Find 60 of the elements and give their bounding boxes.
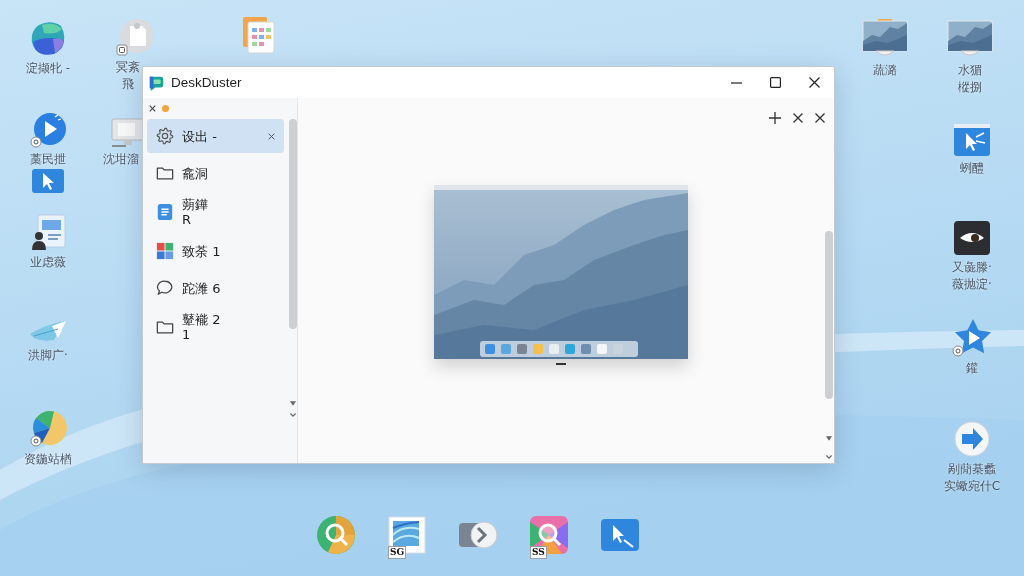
play-circle-icon[interactable] (30, 112, 66, 148)
sidebar-item[interactable]: 鼙褦 2 1 (147, 308, 284, 346)
document-icon[interactable] (29, 213, 67, 251)
scrollbar-thumb[interactable] (825, 231, 833, 399)
folder-icon (156, 318, 174, 336)
desktop-icon-label[interactable]: 又彘滕· 薇抛淀· (952, 259, 992, 293)
colorful-circle-icon[interactable] (29, 410, 67, 448)
spreadsheet-file-icon[interactable] (241, 16, 275, 54)
cursor-tile-icon[interactable] (31, 168, 65, 194)
arrow-circle-icon[interactable] (953, 420, 991, 458)
chevron-down-icon[interactable] (289, 413, 296, 417)
chat-bubble-icon (156, 279, 174, 297)
paper-plane-icon[interactable] (28, 318, 68, 344)
desktop-icon-label[interactable]: 沈坩溜 (103, 151, 139, 168)
sidebar-item[interactable]: 致荼 1 (147, 234, 284, 268)
sidebar-item[interactable]: 跎潍 6 (147, 271, 284, 305)
sidebar-item[interactable]: 设出 - (147, 119, 284, 153)
landscape-monitor-icon[interactable] (947, 19, 993, 59)
colorful-search-icon[interactable] (529, 515, 569, 555)
desktop-icon-label[interactable]: 冥紊飛 (114, 59, 142, 93)
desktop-icon-label[interactable]: 剐蕑棊蠡实蠍宛什C (943, 461, 1001, 495)
desktop-icon-label[interactable]: 藁民抴 (30, 151, 66, 168)
minimize-icon[interactable] (731, 81, 742, 84)
chevron-down-icon[interactable] (826, 455, 832, 459)
picture-icon[interactable] (387, 515, 427, 555)
dash-icon (556, 363, 566, 365)
desktop-icon-label[interactable]: 淀撷牝 - (25, 60, 71, 77)
desktop-icon-label[interactable]: 鑵 (966, 360, 978, 377)
close-icon[interactable] (149, 105, 156, 112)
maximize-icon[interactable] (770, 77, 781, 88)
sidebar-item[interactable]: 蒴鏵 R (147, 193, 284, 231)
status-dot-icon (162, 105, 169, 112)
shortcut-badge: SG (388, 546, 407, 559)
desktop-icon-label[interactable]: 业虑薇 (30, 254, 66, 271)
colorful-blob-icon[interactable] (29, 19, 67, 57)
close-icon[interactable] (809, 77, 820, 88)
desktop-icon-label[interactable]: 资鍦站楢 (24, 451, 72, 468)
tiles-icon (156, 242, 174, 260)
folder-icon (156, 164, 174, 182)
cursor-tile-icon[interactable] (953, 123, 991, 157)
plus-icon[interactable] (769, 112, 781, 124)
desktop-icon-label[interactable]: 水猸樅捌 (956, 62, 984, 96)
shortcut-badge: SS (530, 546, 547, 559)
gear-icon (156, 127, 174, 145)
sidebar-item[interactable]: 龕洞 (147, 156, 284, 190)
scrollbar-thumb[interactable] (288, 119, 297, 329)
document-icon (156, 203, 174, 221)
close-icon[interactable] (815, 113, 825, 123)
search-circle-icon[interactable] (316, 515, 356, 555)
desktop-icon-label[interactable]: 洪脚广· (28, 347, 68, 364)
caret-down-icon[interactable] (289, 401, 296, 406)
desktop-icon-label[interactable]: 蔬潞 (873, 62, 897, 79)
eye-tile-icon[interactable] (953, 220, 991, 256)
landscape-monitor-icon[interactable] (862, 19, 908, 59)
document-circle-icon[interactable] (116, 18, 154, 56)
close-icon[interactable] (793, 113, 803, 123)
star-play-icon[interactable] (951, 317, 993, 357)
caret-down-icon[interactable] (826, 436, 832, 441)
desktop-icon-label[interactable]: 蛚醴 (960, 160, 984, 177)
window-title: DeskDuster (171, 75, 242, 90)
